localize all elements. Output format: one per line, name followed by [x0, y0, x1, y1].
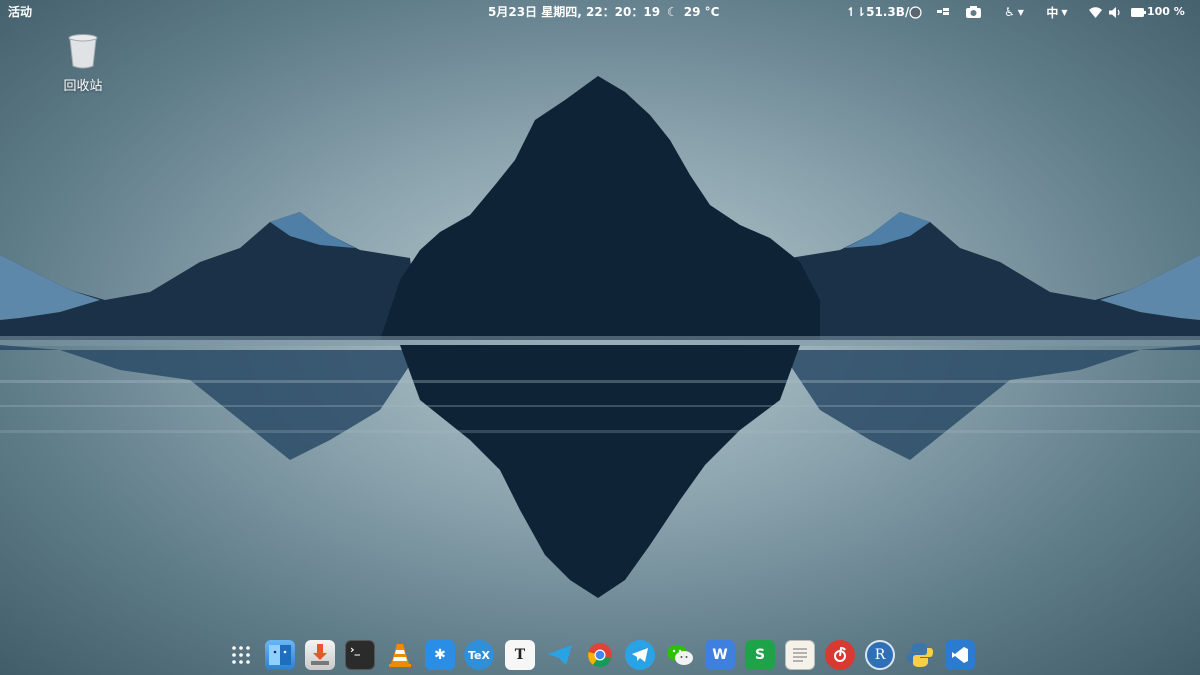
- wallpaper-mountain-reflection: [0, 76, 1200, 598]
- telegram-icon: [632, 648, 648, 662]
- download-arrow-icon: [311, 644, 329, 665]
- activities-button[interactable]: 活动: [8, 0, 32, 24]
- volume-icon[interactable]: [1108, 4, 1122, 20]
- weather-indicator[interactable]: ☾ 29 °C: [667, 0, 719, 24]
- accessibility-menu[interactable]: ♿︎ ▼: [1002, 4, 1026, 20]
- wps-writer-icon: W: [712, 647, 728, 663]
- show-applications-button[interactable]: [226, 640, 256, 670]
- vscode-icon: [952, 647, 968, 663]
- typora-icon: T: [514, 647, 526, 663]
- top-panel: 活动 5月23日 星期四, 22：20：19 ☾ 29 °C ↿⇂51.3B/s …: [0, 0, 1200, 24]
- wps-spreadsheet-app[interactable]: S: [745, 640, 775, 670]
- wps-writer-app[interactable]: W: [705, 640, 735, 670]
- dock: ›_ ✱ TeX T W S R: [224, 638, 979, 674]
- document-lines-icon: [793, 648, 807, 662]
- status-circle-icon[interactable]: [908, 4, 922, 20]
- left-reflection: [0, 345, 420, 460]
- screenshot-camera-icon[interactable]: [965, 4, 981, 20]
- weather-temperature: 29 °C: [683, 5, 720, 19]
- chrome-icon: [588, 643, 612, 667]
- input-method-menu[interactable]: 中 ▼: [1044, 4, 1070, 20]
- software-installer-app[interactable]: [305, 640, 335, 670]
- right-reflection: [780, 345, 1200, 460]
- terminal-app[interactable]: ›_: [345, 640, 375, 670]
- netease-music-app[interactable]: [825, 640, 855, 670]
- clock-datetime[interactable]: 5月23日 星期四, 22：20：19: [488, 0, 660, 24]
- wifi-icon[interactable]: [1088, 4, 1102, 20]
- r-letter-icon: R: [874, 647, 886, 663]
- battery-percentage[interactable]: 100 %: [1147, 0, 1185, 24]
- vlc-app[interactable]: [385, 640, 415, 670]
- traffic-cone-icon: [389, 644, 411, 667]
- terminal-prompt-icon: ›_: [350, 643, 361, 656]
- chevron-down-icon: ▼: [1061, 7, 1068, 17]
- trash-label: 回收站: [63, 79, 103, 94]
- files-app[interactable]: [265, 640, 295, 670]
- app-grid-icon: [232, 646, 250, 664]
- text-editor-app[interactable]: [785, 640, 815, 670]
- chevron-down-icon: ▼: [1017, 7, 1024, 17]
- telegram-app[interactable]: [625, 640, 655, 670]
- moon-icon: ☾: [667, 5, 678, 19]
- rstudio-app[interactable]: R: [865, 640, 895, 670]
- app-blue-star[interactable]: ✱: [425, 640, 455, 670]
- typora-app[interactable]: T: [505, 640, 535, 670]
- wechat-icon: [667, 645, 693, 665]
- trash-icon: [68, 34, 98, 69]
- vscode-app[interactable]: [945, 640, 975, 670]
- chrome-app[interactable]: [585, 640, 615, 670]
- star-icon: ✱: [434, 647, 446, 663]
- input-method-label: 中: [1046, 5, 1059, 20]
- tex-icon: TeX: [468, 648, 490, 662]
- network-speed[interactable]: ↿⇂51.3B/s: [846, 0, 916, 24]
- wechat-app[interactable]: [665, 640, 695, 670]
- trash-desktop-icon[interactable]: 回收站: [52, 33, 114, 94]
- paper-plane-icon: [548, 645, 572, 665]
- accessibility-icon: ♿︎: [1004, 5, 1015, 19]
- right-ridge: [780, 212, 1200, 340]
- texstudio-app[interactable]: TeX: [464, 640, 494, 670]
- battery-icon[interactable]: [1130, 4, 1146, 20]
- music-swirl-icon: [834, 646, 846, 662]
- app-blue-plane[interactable]: [545, 640, 575, 670]
- finder-face-icon: [269, 645, 291, 665]
- central-peak: [380, 76, 820, 340]
- wps-spreadsheet-icon: S: [754, 647, 766, 663]
- left-ridge: [0, 212, 420, 340]
- workspace-indicator-icon[interactable]: [936, 4, 950, 20]
- python-icon: [907, 643, 933, 667]
- python-app[interactable]: [905, 640, 935, 670]
